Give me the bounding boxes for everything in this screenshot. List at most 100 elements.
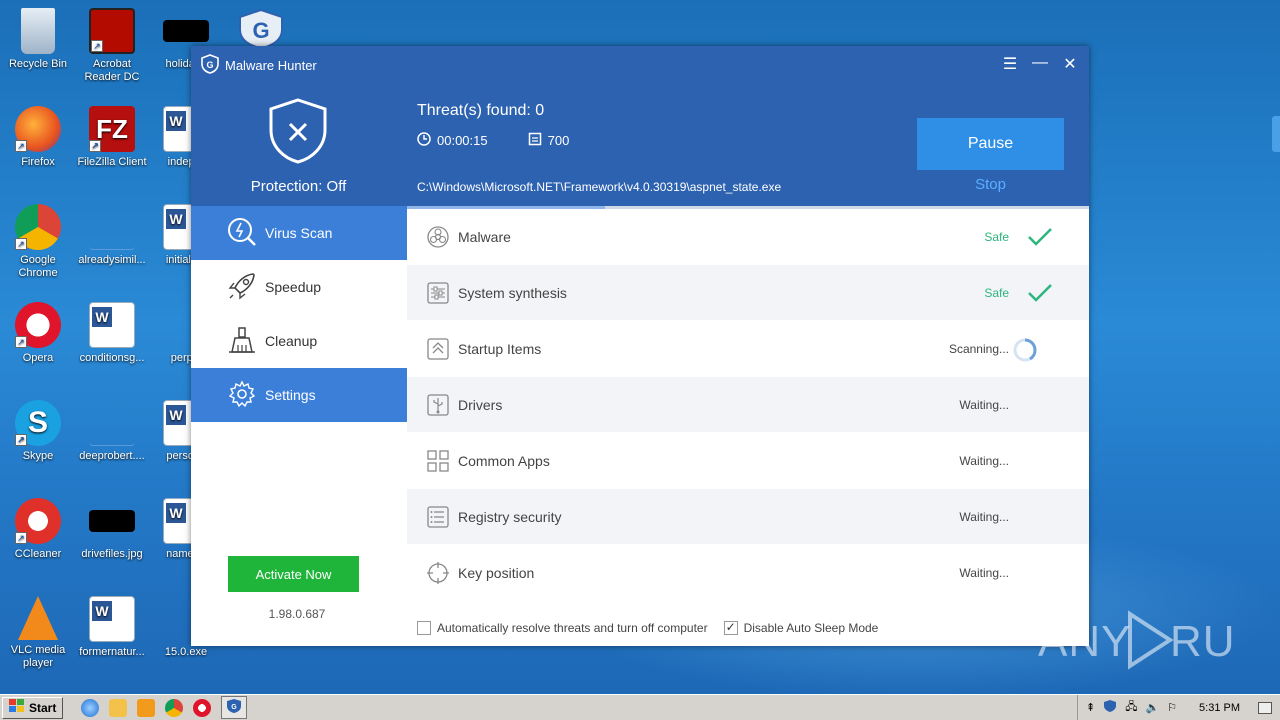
- nav-item-speedup[interactable]: Speedup: [191, 260, 407, 314]
- nav-item-cleanup[interactable]: Cleanup: [191, 314, 407, 368]
- clock-icon: [417, 132, 431, 149]
- malware-hunter-taskbar-button[interactable]: G: [221, 696, 248, 719]
- scan-item-status: Safe: [984, 285, 1009, 300]
- scan-row-common-apps: Common Apps Waiting...: [407, 433, 1089, 489]
- stop-link[interactable]: Stop: [917, 176, 1064, 193]
- opera-taskbar-icon[interactable]: [193, 698, 212, 717]
- desktop-icon-deeprobert[interactable]: deeprobert....: [74, 400, 150, 463]
- desktop-icon-acrobat[interactable]: ↗ Acrobat Reader DC: [74, 8, 150, 84]
- scan-row-system-synthesis: System synthesis Safe: [407, 265, 1089, 321]
- desktop-icon-label: Google Chrome: [18, 254, 58, 279]
- volume-icon[interactable]: 🔈: [1145, 701, 1159, 714]
- scan-item-status: Waiting...: [959, 565, 1009, 580]
- desktop-icon-label: Opera: [22, 352, 54, 364]
- desktop-icon-chrome[interactable]: ↗ Google Chrome: [0, 204, 76, 280]
- app-version: 1.98.0.687: [268, 607, 326, 621]
- app-header: G Malware Hunter ☰ — ✕ Protection: Off T…: [191, 46, 1089, 206]
- auto-resolve-option[interactable]: Automatically resolve threats and turn o…: [417, 621, 708, 635]
- start-button[interactable]: Start: [2, 696, 64, 719]
- filezilla-icon: FZ ↗: [89, 106, 135, 152]
- media-player-icon[interactable]: [137, 698, 156, 717]
- image-file-icon: [89, 510, 135, 532]
- sidebar: Virus Scan Speedup Cleanup Settings Acti…: [191, 206, 407, 646]
- desktop-icon-vlc[interactable]: VLC media player: [0, 596, 76, 670]
- app-logo-icon: G: [201, 53, 219, 77]
- scan-row-registry-security: Registry security Waiting...: [407, 489, 1089, 545]
- file-icon: [89, 204, 135, 250]
- ie-icon[interactable]: [81, 698, 100, 717]
- desktop-icon-recycle-bin[interactable]: Recycle Bin: [0, 8, 76, 71]
- elapsed-value: 00:00:15: [437, 133, 488, 148]
- rocket-icon: [227, 271, 257, 304]
- svg-text:G: G: [252, 18, 269, 43]
- usb-icon: [427, 394, 449, 416]
- desktop-icon-label: 15.0.exe: [164, 646, 208, 658]
- desktop-icon-conditionsg[interactable]: conditionsg...: [74, 302, 150, 365]
- nav-item-virus-scan[interactable]: Virus Scan: [191, 206, 407, 260]
- desktop-icon-filezilla[interactable]: FZ ↗ FileZilla Client: [74, 106, 150, 169]
- pause-button[interactable]: Pause: [917, 118, 1064, 170]
- biohazard-icon: [427, 226, 449, 248]
- desktop-icon-label: conditionsg...: [79, 352, 145, 364]
- start-label: Start: [29, 700, 57, 715]
- desktop-icon-ccleaner[interactable]: ↗ CCleaner: [0, 498, 76, 561]
- disable-sleep-option[interactable]: Disable Auto Sleep Mode: [723, 620, 878, 635]
- desktop-icon-alreadysimil[interactable]: alreadysimil...: [74, 204, 150, 267]
- system-tray: ⇞ 🖧 🔈 ⚐ 5:31 PM: [1076, 695, 1280, 720]
- svg-text:G: G: [206, 60, 213, 70]
- disable-sleep-checkbox[interactable]: [723, 620, 738, 635]
- show-desktop-icon[interactable]: [1258, 701, 1272, 714]
- svg-text:G: G: [232, 704, 238, 711]
- windows-logo-icon: [9, 699, 25, 716]
- image-file-icon: [163, 20, 209, 42]
- desktop-icon-label: formernatur...: [79, 646, 145, 658]
- anyrun-watermark: ANY RUN: [1038, 608, 1267, 683]
- title-bar: G Malware Hunter: [201, 53, 317, 77]
- menu-icon[interactable]: ☰: [1001, 54, 1019, 74]
- desktop-icon-firefox[interactable]: ↗ Firefox: [0, 106, 76, 169]
- network-icon[interactable]: 🖧: [1125, 698, 1137, 717]
- svg-text:ANY: ANY: [1038, 617, 1131, 666]
- desktop-icon-skype[interactable]: S ↗ Skype: [0, 400, 76, 463]
- close-icon[interactable]: ✕: [1061, 54, 1079, 74]
- tray-expand-icon[interactable]: ⇞: [1086, 701, 1095, 714]
- vlc-icon: [18, 596, 58, 640]
- auto-resolve-label: Automatically resolve threats and turn o…: [437, 621, 708, 635]
- nav-label: Speedup: [265, 279, 322, 295]
- auto-resolve-checkbox[interactable]: [417, 621, 431, 635]
- desktop-icon-opera[interactable]: ↗ Opera: [0, 302, 76, 365]
- scan-item-status: Waiting...: [959, 453, 1009, 468]
- chrome-icon: ↗: [15, 204, 61, 250]
- desktop-icon-label: drivefiles.jpg: [81, 548, 143, 560]
- scan-item-label: System synthesis: [458, 284, 567, 301]
- desktop-icon-label: Firefox: [21, 156, 55, 168]
- malware-hunter-desktop-icon[interactable]: G: [236, 8, 286, 50]
- nav-item-settings[interactable]: Settings: [191, 368, 407, 422]
- clock[interactable]: 5:31 PM: [1199, 702, 1240, 714]
- malware-hunter-window: G Malware Hunter ☰ — ✕ Protection: Off T…: [191, 46, 1089, 646]
- desktop-icon-label: Acrobat Reader DC: [84, 58, 140, 83]
- minimize-icon[interactable]: —: [1031, 54, 1049, 74]
- sliders-icon: [427, 282, 449, 304]
- desktop-icon-label: deeprobert....: [79, 450, 145, 462]
- recycle-bin-icon: [21, 8, 55, 54]
- explorer-folder-icon[interactable]: [109, 698, 128, 717]
- chrome-taskbar-icon[interactable]: [165, 698, 184, 717]
- tray-security-icon[interactable]: [1103, 699, 1117, 716]
- side-panel-handle[interactable]: [1272, 116, 1280, 152]
- threats-label: Threat(s) found:: [417, 102, 531, 119]
- taskbar: Start G ⇞ 🖧 🔈 ⚐ 5:31 PM: [0, 694, 1280, 720]
- desktop-icon-formernatur[interactable]: formernatur...: [74, 596, 150, 659]
- current-scan-path: C:\Windows\Microsoft.NET\Framework\v4.0.…: [417, 180, 782, 194]
- scan-item-label: Key position: [458, 564, 535, 581]
- activate-now-button[interactable]: Activate Now: [228, 556, 359, 592]
- desktop-icon-label: Skype: [22, 450, 54, 462]
- broom-icon: [227, 325, 257, 358]
- desktop-icon-drivefiles[interactable]: drivefiles.jpg: [74, 498, 150, 561]
- action-center-flag-icon[interactable]: ⚐: [1167, 701, 1177, 714]
- scan-item-label: Startup Items: [458, 340, 542, 357]
- scan-item-label: Drivers: [458, 396, 503, 413]
- list-icon: [427, 506, 449, 528]
- document-icon: [528, 132, 542, 149]
- crosshair-icon: [427, 562, 449, 584]
